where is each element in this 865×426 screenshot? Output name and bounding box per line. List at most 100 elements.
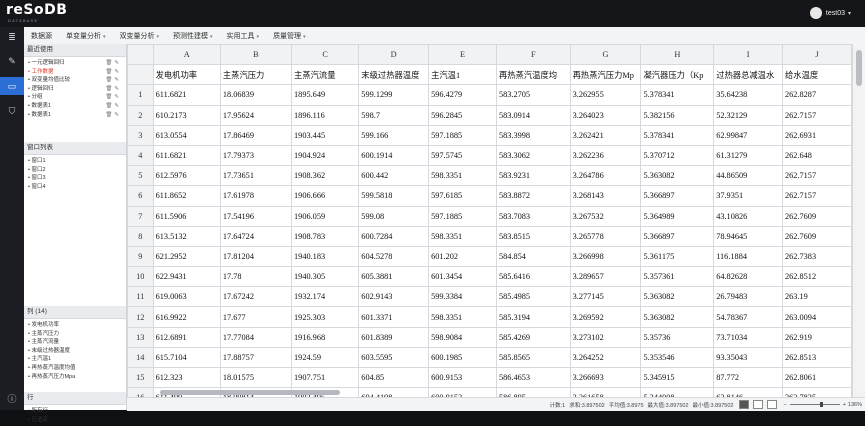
table-cell[interactable]: 598.9084 <box>428 326 497 348</box>
list-item[interactable]: • 窗口4 <box>28 183 126 192</box>
menu-item-2[interactable]: 双变量分析 ▾ <box>113 31 167 41</box>
table-cell[interactable]: 5.35736 <box>640 326 715 348</box>
table-cell[interactable]: 597.1885 <box>428 124 497 146</box>
table-cell[interactable]: 600.1914 <box>358 144 430 167</box>
column-letter[interactable]: F <box>495 44 571 66</box>
row-number[interactable]: 6 <box>127 185 154 207</box>
row-number[interactable]: 7 <box>127 205 154 227</box>
table-cell[interactable]: 583.2705 <box>495 84 571 106</box>
edit-delete-icons[interactable]: 🗑✎ <box>105 93 121 102</box>
table-cell[interactable]: 583.3998 <box>495 124 571 146</box>
column-letter[interactable]: D <box>358 44 430 66</box>
grid-view-icon[interactable] <box>739 400 750 409</box>
table-cell[interactable]: 3.273102 <box>569 326 642 348</box>
menu-item-3[interactable]: 预测性建模 ▾ <box>166 31 220 41</box>
table-cell[interactable]: 1924.59 <box>291 346 360 369</box>
table-cell[interactable]: 601.3371 <box>358 306 430 328</box>
column-header[interactable]: 再热蒸汽温度均 <box>495 64 571 86</box>
table-cell[interactable]: 586.4653 <box>495 366 571 389</box>
table-cell[interactable]: 5.382156 <box>640 104 715 126</box>
table-cell[interactable]: 64.82628 <box>713 266 783 288</box>
split-view-icon[interactable] <box>767 400 778 409</box>
list-item[interactable]: • 工作数据 🗑✎ <box>28 68 126 77</box>
table-cell[interactable]: 44.86509 <box>713 165 783 187</box>
table-cell[interactable]: 5.357361 <box>640 266 715 288</box>
table-cell[interactable]: 3.264023 <box>569 104 642 126</box>
column-letter[interactable]: A <box>152 44 221 66</box>
table-cell[interactable]: 5.353546 <box>640 346 715 369</box>
edit-delete-icons[interactable]: 🗑✎ <box>105 59 121 68</box>
table-cell[interactable]: 5.366897 <box>640 185 715 207</box>
table-cell[interactable]: 1895.649 <box>291 84 360 106</box>
column-letter[interactable]: E <box>428 44 497 66</box>
list-item[interactable]: • 所有行 <box>28 407 126 416</box>
table-cell[interactable]: 585.4269 <box>495 326 571 348</box>
table-cell[interactable]: 5.366897 <box>640 225 715 247</box>
table-cell[interactable]: 605.3881 <box>358 266 430 288</box>
table-cell[interactable]: 601.202 <box>428 245 497 268</box>
list-item[interactable]: • 再热蒸汽压力Mpa <box>28 373 126 382</box>
menu-item-0[interactable]: 数据源 <box>24 31 59 41</box>
table-cell[interactable]: 604.85 <box>358 366 430 389</box>
table-cell[interactable]: 262.648 <box>781 144 852 167</box>
list-item[interactable]: • 主汽温1 <box>28 355 126 364</box>
table-cell[interactable]: 5.370712 <box>640 144 715 167</box>
table-cell[interactable]: 600.9153 <box>428 366 497 389</box>
info-icon[interactable]: ⓘ <box>6 393 18 405</box>
table-cell[interactable]: 611.6821 <box>152 84 221 106</box>
table-cell[interactable]: 17.86469 <box>219 124 293 146</box>
table-cell[interactable]: 599.5818 <box>358 185 430 207</box>
zoom-out-icon[interactable]: − <box>783 402 786 408</box>
table-cell[interactable]: 3.268143 <box>569 185 642 207</box>
table-cell[interactable]: 599.3384 <box>428 286 497 308</box>
list-item[interactable]: • 逻辑回归 🗑✎ <box>28 85 126 94</box>
table-cell[interactable]: 1925.303 <box>291 306 360 328</box>
table-cell[interactable]: 17.67242 <box>219 286 293 308</box>
column-header[interactable]: 主蒸汽压力 <box>219 64 293 86</box>
table-cell[interactable]: 262.7609 <box>781 205 852 227</box>
table-cell[interactable]: 35.64238 <box>713 84 783 106</box>
table-cell[interactable]: 601.8389 <box>358 326 430 348</box>
table-cell[interactable]: 3.265778 <box>569 225 642 247</box>
table-cell[interactable]: 262.8513 <box>781 346 852 369</box>
table-cell[interactable]: 262.7157 <box>781 104 852 126</box>
row-number[interactable]: 4 <box>127 144 154 167</box>
table-cell[interactable]: 611.6821 <box>152 144 221 167</box>
edit-delete-icons[interactable]: 🗑✎ <box>105 85 121 94</box>
row-number[interactable]: 8 <box>127 225 154 247</box>
edit-delete-icons[interactable]: 🗑✎ <box>105 102 121 111</box>
table-cell[interactable]: 37.9351 <box>713 185 783 207</box>
list-item[interactable]: • 窗口3 <box>28 174 126 183</box>
table-cell[interactable]: 17.77084 <box>219 326 293 348</box>
table-cell[interactable]: 262.919 <box>781 326 852 348</box>
table-cell[interactable]: 599.1299 <box>358 84 430 106</box>
row-number[interactable]: 11 <box>127 286 154 308</box>
row-number[interactable] <box>127 64 154 86</box>
row-number[interactable]: 13 <box>127 326 154 348</box>
list-item[interactable]: • 双变量均值比较 🗑✎ <box>28 76 126 85</box>
menu-item-1[interactable]: 单变量分析 ▾ <box>59 31 113 41</box>
table-cell[interactable]: 1908.362 <box>291 165 360 187</box>
table-cell[interactable]: 584.854 <box>495 245 571 268</box>
list-item[interactable]: • 已选定 <box>28 416 126 425</box>
table-cell[interactable]: 61.31279 <box>713 144 783 167</box>
table-cell[interactable]: 585.6416 <box>495 266 571 288</box>
table-cell[interactable]: 5.345915 <box>640 366 715 389</box>
table-cell[interactable]: 1907.751 <box>291 366 360 389</box>
table-cell[interactable]: 1940.305 <box>291 266 360 288</box>
list-item[interactable]: • 窗口2 <box>28 166 126 175</box>
table-cell[interactable]: 597.5745 <box>428 144 497 167</box>
table-cell[interactable]: 621.2952 <box>152 245 221 268</box>
table-cell[interactable]: 611.8652 <box>152 185 221 207</box>
list-item[interactable]: • 发电机功率 <box>28 321 126 330</box>
table-cell[interactable]: 116.1884 <box>713 245 783 268</box>
table-cell[interactable]: 585.4985 <box>495 286 571 308</box>
table-cell[interactable]: 600.7284 <box>358 225 430 247</box>
row-number[interactable]: 9 <box>127 245 154 268</box>
table-cell[interactable]: 1908.783 <box>291 225 360 247</box>
row-number[interactable]: 1 <box>127 84 154 106</box>
horizontal-scrollbar[interactable] <box>148 390 848 396</box>
table-cell[interactable]: 597.6185 <box>428 185 497 207</box>
table-cell[interactable]: 78.94645 <box>713 225 783 247</box>
list-item[interactable]: • 数据表1 🗑✎ <box>28 102 126 111</box>
